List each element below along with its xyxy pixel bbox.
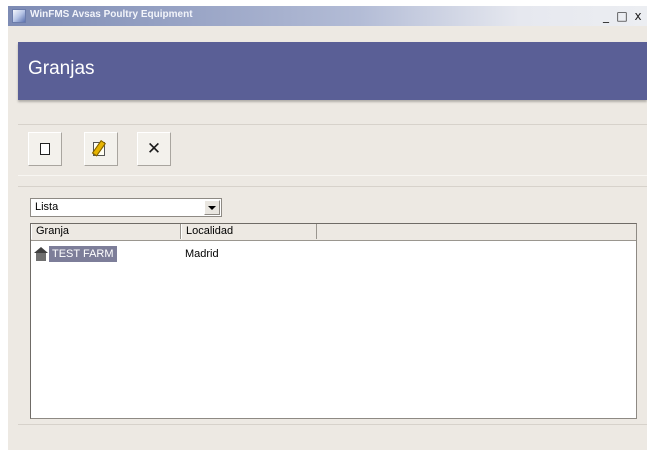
cell-granja: TEST FARM — [49, 246, 117, 262]
app-icon — [12, 9, 26, 23]
app-window: WinFMS Avsas Poultry Equipment _ □ x Gra… — [8, 6, 647, 450]
farm-list[interactable]: Granja Localidad TEST FARM Madrid — [30, 223, 637, 419]
title-bar[interactable]: WinFMS Avsas Poultry Equipment _ □ x — [8, 6, 647, 26]
minimize-button[interactable]: _ — [599, 8, 613, 24]
view-select[interactable]: Lista — [30, 198, 222, 217]
status-bar — [18, 424, 647, 451]
column-header-granja[interactable]: Granja — [31, 224, 181, 239]
maximize-button[interactable]: □ — [615, 8, 629, 24]
farm-icon — [34, 247, 48, 261]
page-header: Granjas — [18, 42, 647, 100]
delete-button[interactable]: ✕ — [137, 132, 171, 166]
delete-icon: ✕ — [146, 138, 162, 159]
list-item[interactable]: TEST FARM Madrid — [31, 246, 636, 264]
close-button[interactable]: x — [631, 8, 645, 24]
cell-localidad: Madrid — [185, 248, 219, 260]
list-header: Granja Localidad — [31, 224, 636, 241]
edit-button[interactable] — [84, 132, 118, 166]
column-header-localidad[interactable]: Localidad — [181, 224, 317, 239]
view-select-value: Lista — [35, 201, 59, 213]
dropdown-arrow-icon[interactable] — [204, 200, 220, 215]
edit-document-icon — [91, 140, 110, 158]
page-title: Granjas — [28, 58, 95, 79]
new-document-icon — [40, 143, 50, 155]
window-controls: _ □ x — [599, 8, 645, 24]
window-title: WinFMS Avsas Poultry Equipment — [30, 9, 193, 20]
new-button[interactable] — [28, 132, 62, 166]
list-panel: Lista Granja Localidad TEST FARM Madrid — [18, 186, 647, 423]
toolbar: ✕ — [18, 124, 647, 176]
